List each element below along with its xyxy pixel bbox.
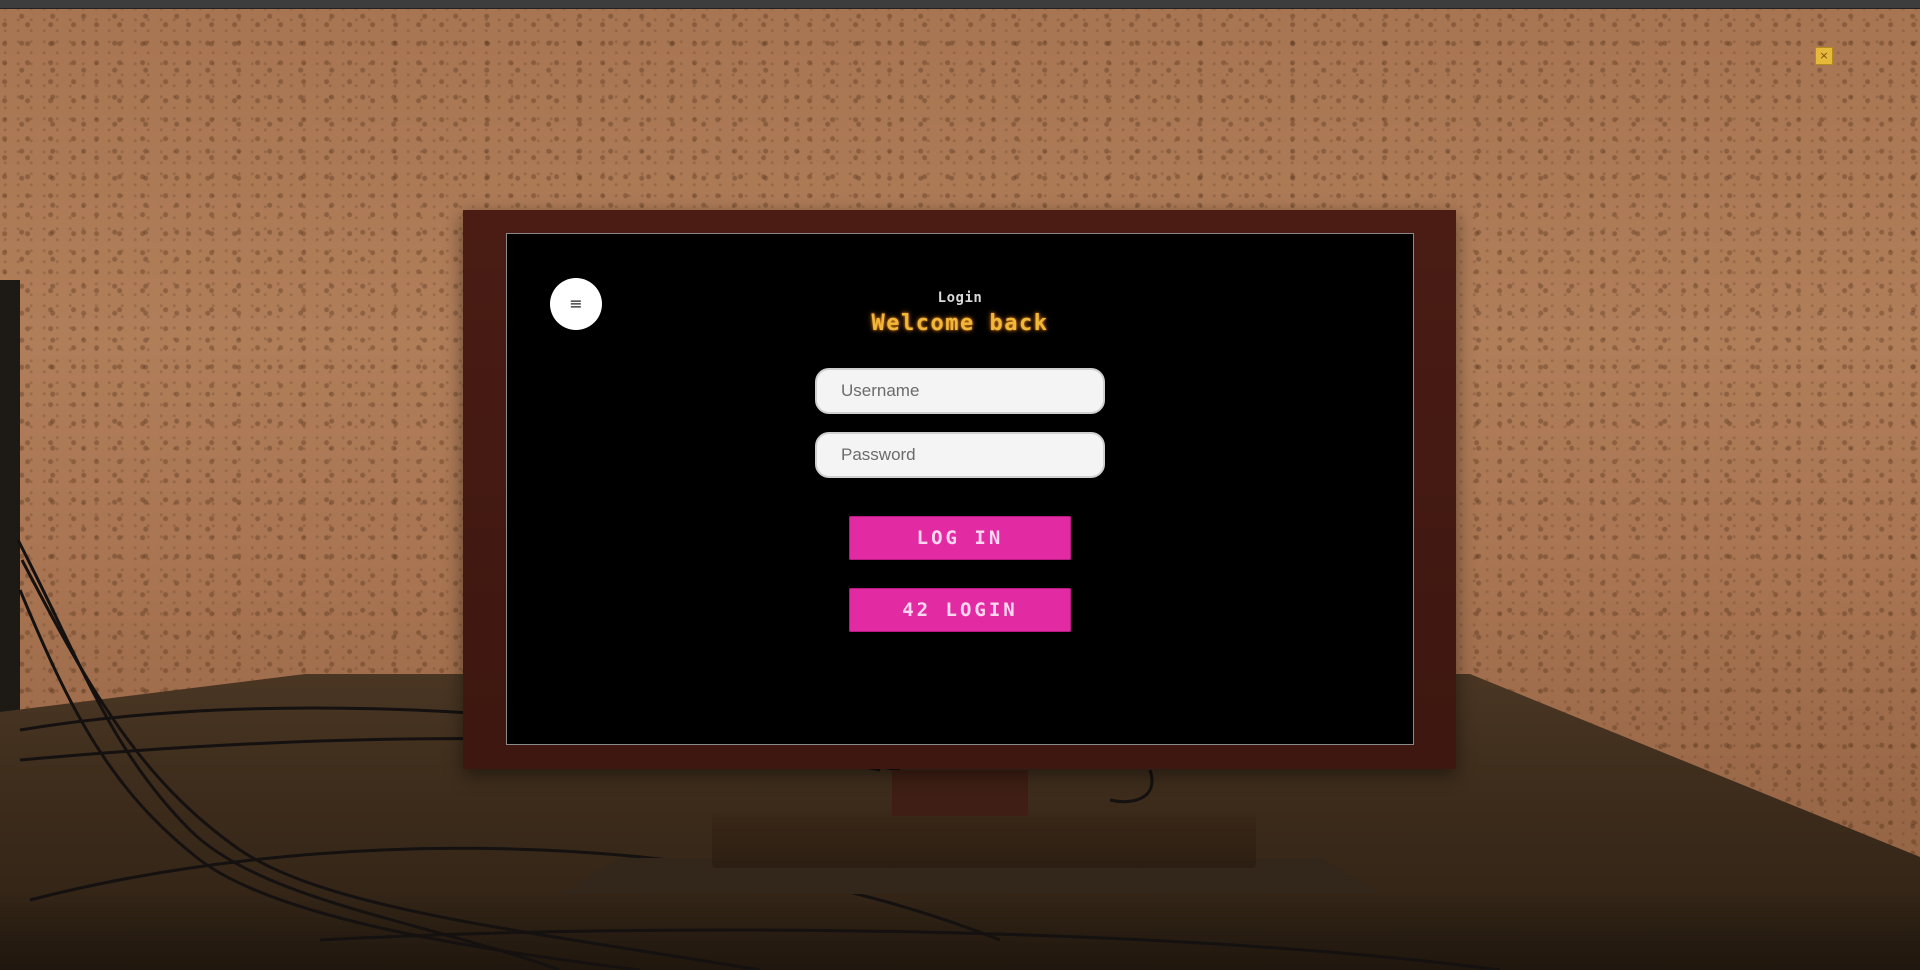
login-button[interactable]: LOG IN: [849, 516, 1071, 560]
password-input[interactable]: [815, 432, 1105, 478]
monitor-screen: ≡ Login Welcome back LOG IN 42 LOGIN: [506, 233, 1414, 745]
monitor-stand-plate: [712, 812, 1256, 868]
login-42-button[interactable]: 42 LOGIN: [849, 588, 1071, 632]
monitor-stand-neck: [892, 770, 1028, 816]
welcome-heading: Welcome back: [871, 311, 1049, 336]
username-input[interactable]: [815, 368, 1105, 414]
game-scene: × ≡ Login Welcome back LOG IN 42 LOGIN: [0, 0, 1920, 970]
close-icon[interactable]: ×: [1815, 47, 1833, 65]
top-strip: [0, 0, 1920, 9]
page-title: Login: [937, 290, 983, 306]
